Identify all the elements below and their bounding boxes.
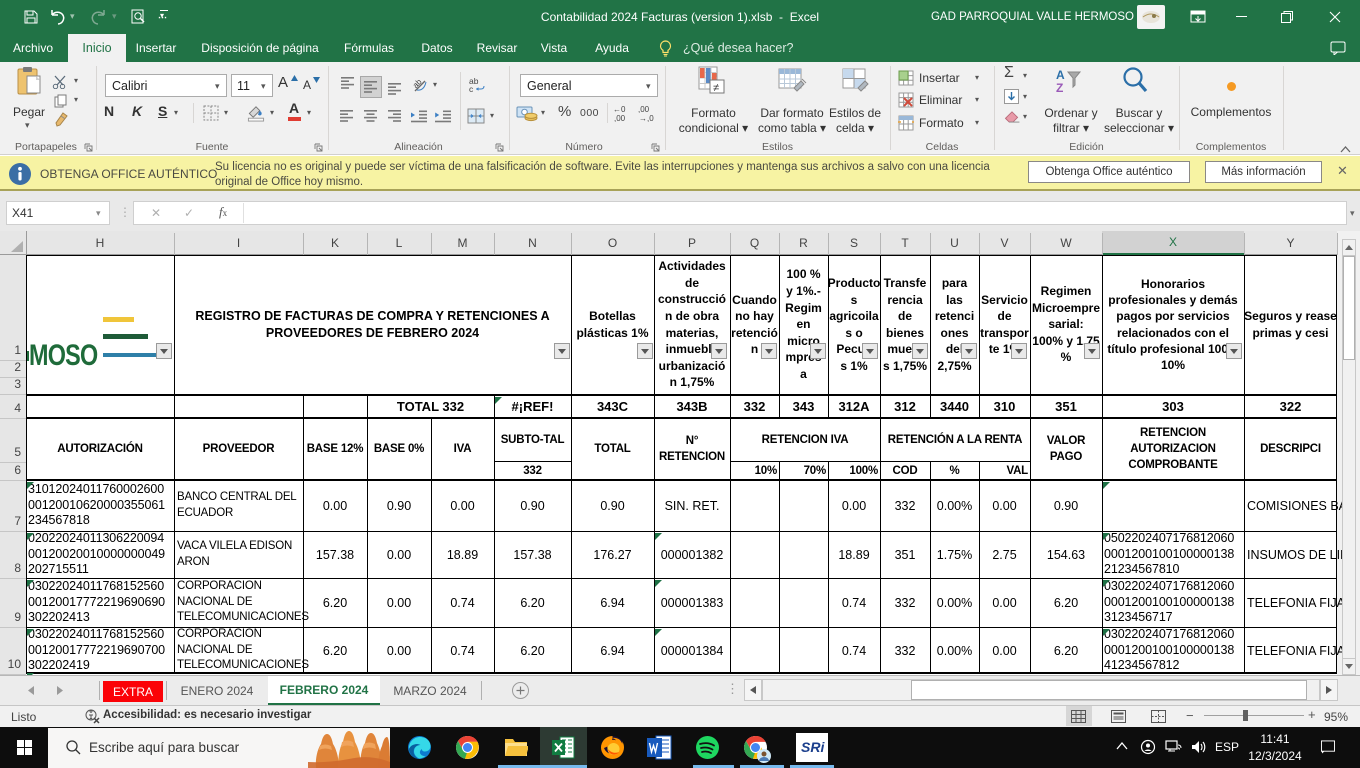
svg-text:→,0: →,0 xyxy=(639,114,654,122)
svg-text:,00: ,00 xyxy=(638,105,650,114)
svg-text:ab: ab xyxy=(412,77,424,90)
svg-text:Z: Z xyxy=(1056,81,1063,95)
svg-text:A: A xyxy=(1056,68,1065,82)
svg-text:,00: ,00 xyxy=(614,114,626,122)
svg-text:≠: ≠ xyxy=(713,82,719,94)
svg-text:←0: ←0 xyxy=(613,105,626,114)
